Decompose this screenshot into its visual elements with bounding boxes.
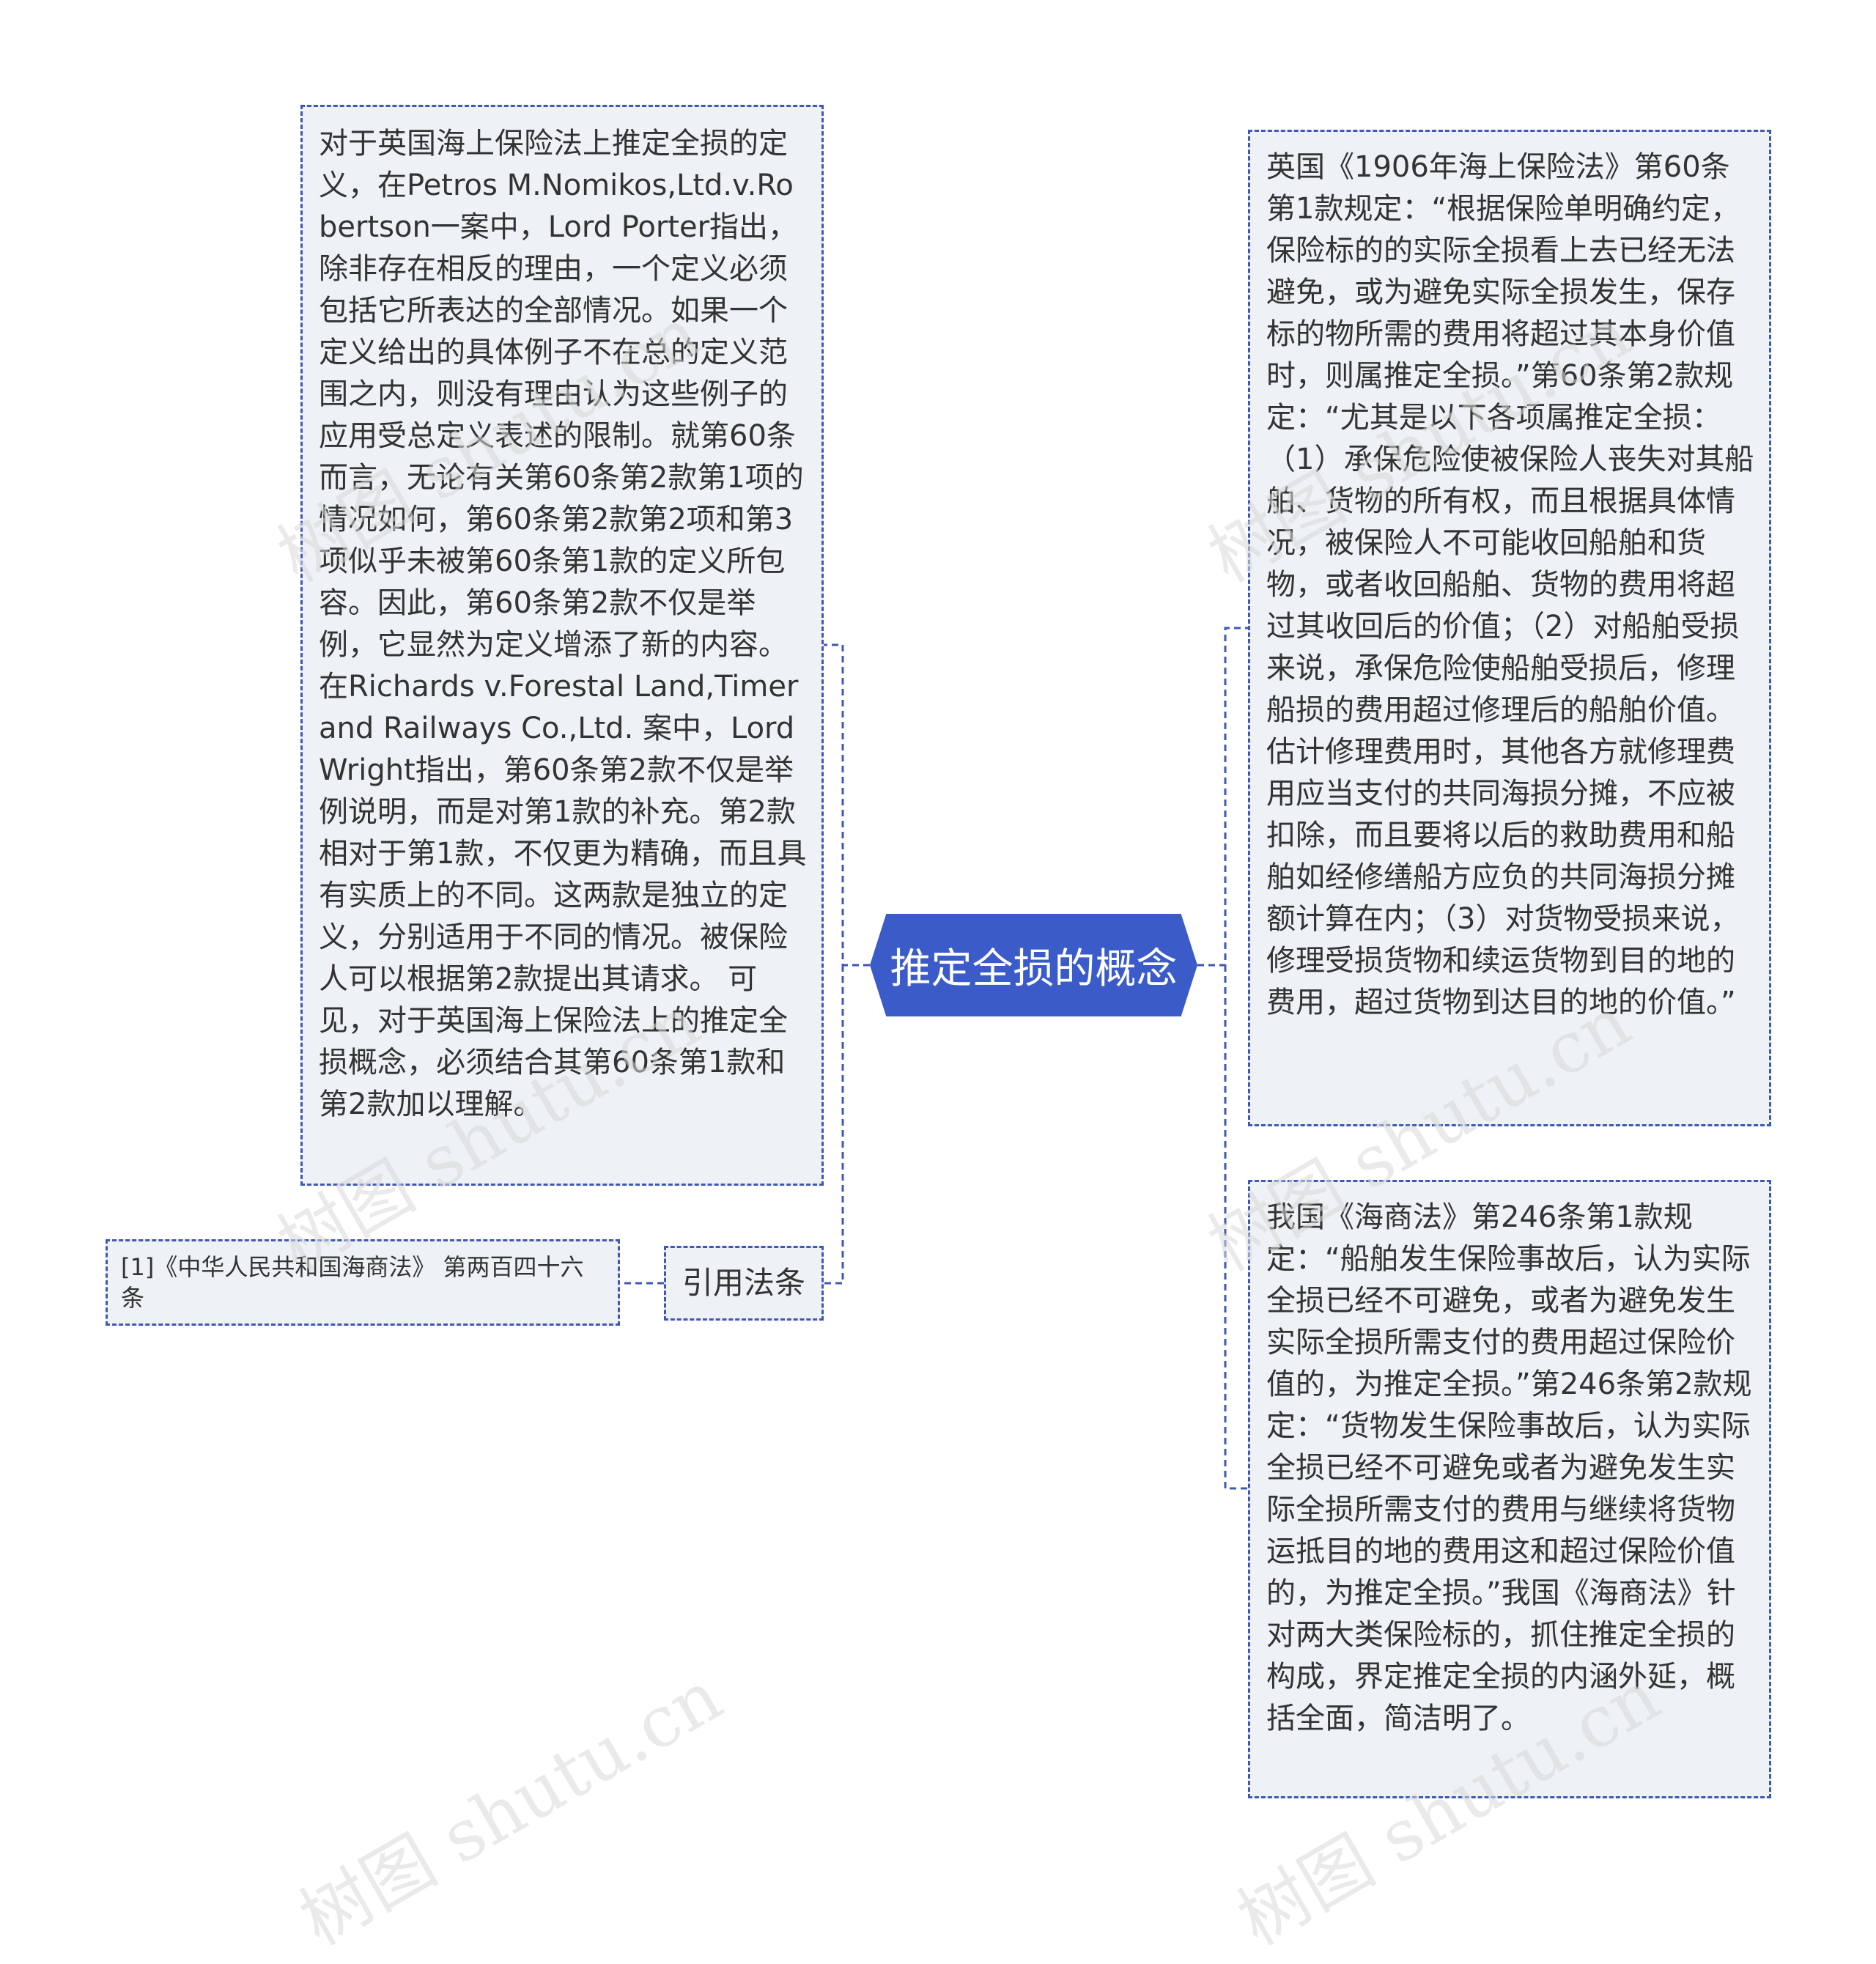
right-topic-node-uk-law[interactable]: 英国《1906年海上保险法》第60条第1款规定：“根据保险单明确约定，保险标的的… — [1248, 130, 1771, 1126]
law-reference-node[interactable]: [1]《中华人民共和国海商法》 第两百四十六条 — [106, 1239, 620, 1326]
link-root-right-node-1 — [1197, 627, 1248, 967]
link-root-left-node — [824, 643, 870, 967]
right-topic-node-cn-law[interactable]: 我国《海商法》第246条第1款规定：“船舶发生保险事故后，认为实际全损已经不可避… — [1248, 1180, 1771, 1798]
left-topic-node[interactable]: 对于英国海上保险法上推定全损的定义，在Petros M.Nomikos,Ltd.… — [300, 105, 824, 1186]
cite-law-node[interactable]: 引用法条 — [664, 1246, 824, 1321]
root-topic-label: 推定全损的概念 — [890, 945, 1178, 993]
root-topic-node[interactable]: 推定全损的概念 — [870, 914, 1197, 1016]
link-root-cite-node — [824, 965, 844, 1285]
link-root-right-node-2 — [1224, 965, 1248, 1490]
